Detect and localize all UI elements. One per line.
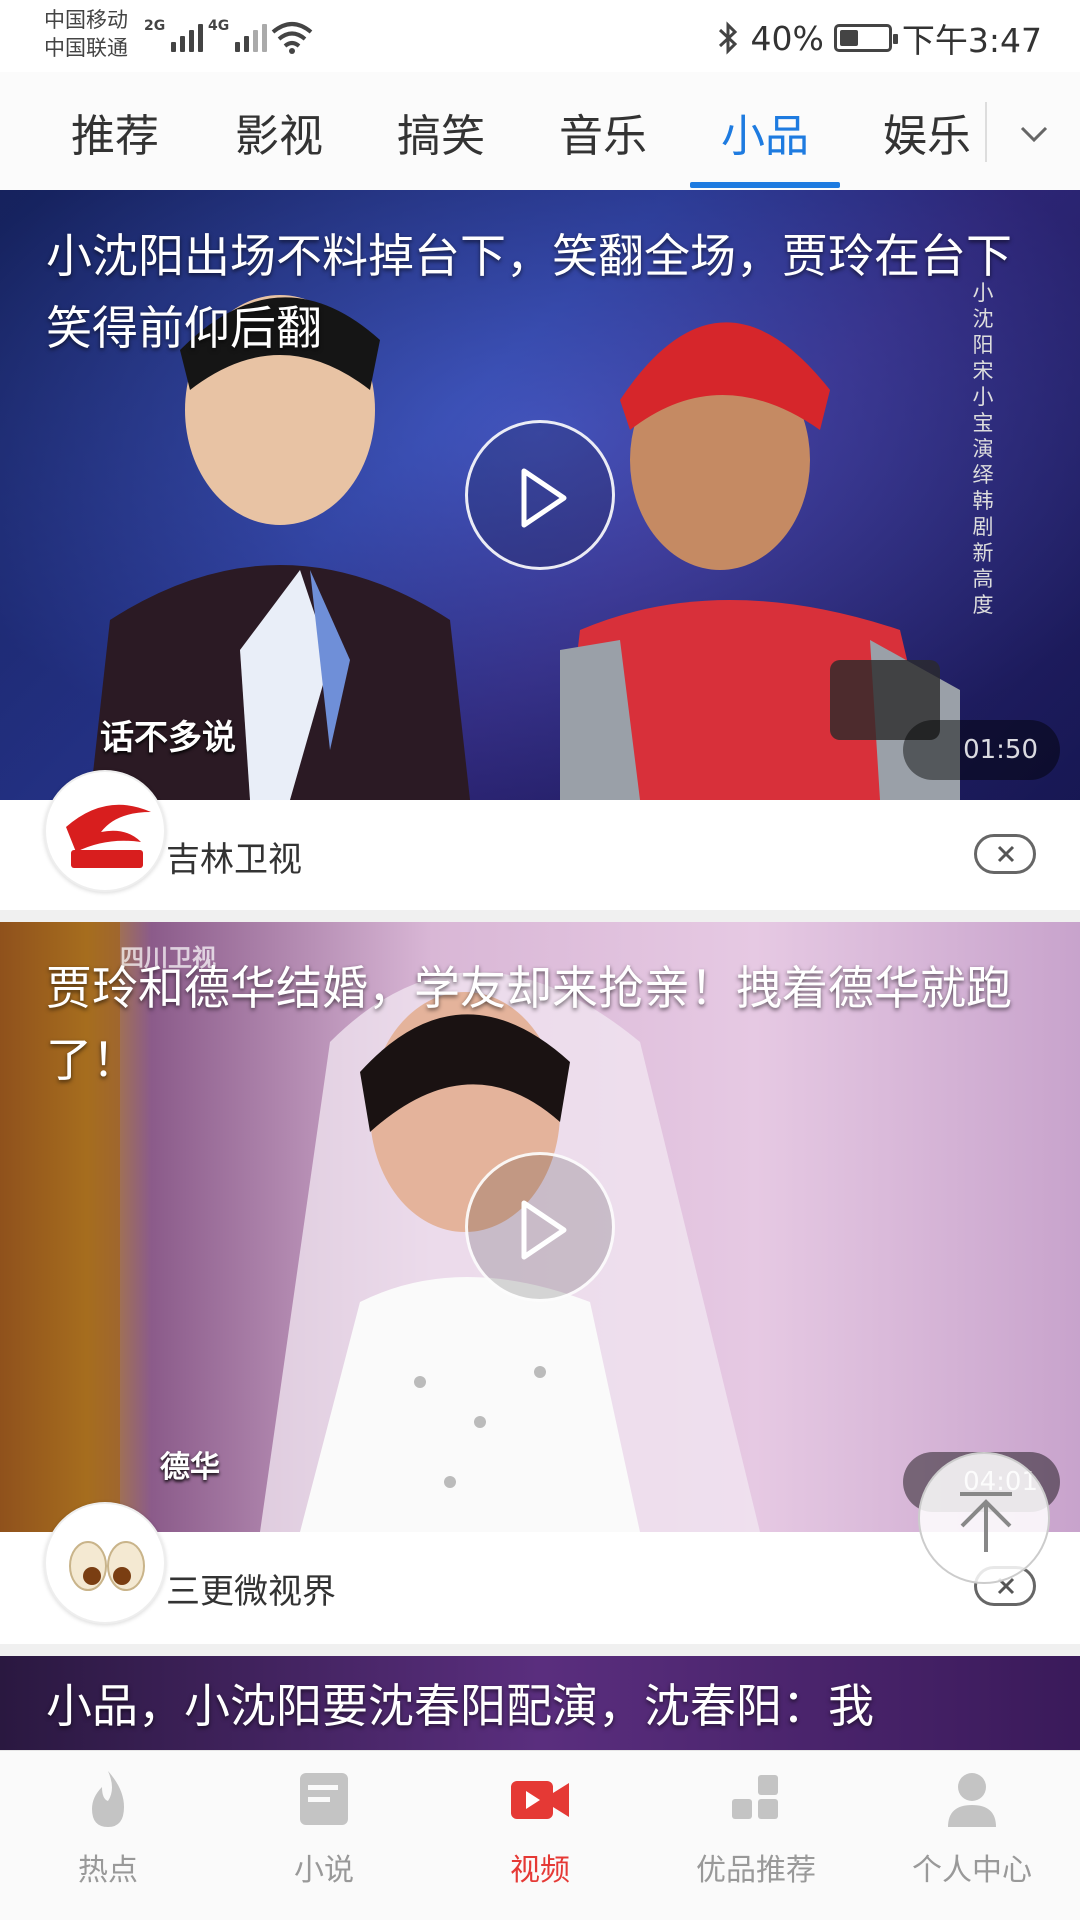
nav-video[interactable]: 视频: [450, 1765, 630, 1915]
play-button[interactable]: [465, 420, 615, 570]
video-thumbnail[interactable]: 小品，小沈阳要沈春阳配演，沈春阳：我: [0, 1656, 1080, 1750]
tab-funny[interactable]: 搞笑: [386, 100, 496, 162]
play-icon: [521, 468, 567, 528]
side-caption: 小沈阳 宋小宝 演绎韩剧新高度: [972, 281, 994, 617]
source-row: 三更微视界: [0, 1502, 1080, 1644]
nav-label: 优品推荐: [696, 1853, 816, 1888]
battery-percent: 40%: [750, 18, 824, 58]
nav-recommend[interactable]: 优品推荐: [666, 1765, 846, 1915]
back-to-top-button[interactable]: [918, 1452, 1050, 1584]
video-card[interactable]: 小沈阳出场不料掉台下，笑翻全场，贾玲在台下笑得前仰后翻 小沈阳 宋小宝 演绎韩剧…: [0, 190, 1080, 918]
carrier-info: 中国移动 中国联通: [44, 6, 128, 62]
video-title: 贾玲和德华结婚，学友却来抢亲！拽着德华就跑了！: [46, 961, 1012, 1087]
person-icon: [948, 1773, 996, 1827]
carrier-1: 中国移动: [44, 8, 128, 32]
tab-film[interactable]: 影视: [224, 100, 334, 162]
battery-icon: [833, 24, 898, 52]
video-duration: 01:50: [903, 720, 1060, 780]
eyes-logo: [69, 1541, 145, 1591]
video-card[interactable]: 小品，小沈阳要沈春阳配演，沈春阳：我: [0, 1656, 1080, 1750]
wifi-icon: [271, 22, 313, 54]
video-subtitle: 德华: [160, 1450, 220, 1485]
video-thumbnail[interactable]: 小沈阳出场不料掉台下，笑翻全场，贾玲在台下笑得前仰后翻 小沈阳 宋小宝 演绎韩剧…: [0, 190, 1080, 800]
signal-icon-2: 4G: [208, 18, 268, 52]
signal-icon-1: 2G: [144, 18, 204, 52]
source-row: 吉林卫视: [0, 770, 1080, 912]
nav-label: 个人中心: [912, 1853, 1032, 1888]
carrier-2: 中国联通: [44, 36, 128, 60]
status-right: 40% 下午3:47: [715, 14, 1042, 62]
source-avatar[interactable]: [44, 770, 166, 892]
source-name[interactable]: 吉林卫视: [166, 832, 302, 881]
tab-recommend[interactable]: 推荐: [60, 100, 170, 162]
tab-entertainment[interactable]: 娱乐: [872, 100, 982, 162]
category-tabs: 推荐 影视 搞笑 音乐 小品 娱乐: [0, 72, 1080, 190]
chevron-down-icon[interactable]: [1010, 110, 1058, 158]
nav-label: 热点: [78, 1853, 138, 1888]
video-title: 小品，小沈阳要沈春阳配演，沈春阳：我: [46, 1679, 874, 1733]
bottom-navigation: 热点 小说 视频 优品推荐 个人中心: [0, 1750, 1080, 1920]
nav-profile[interactable]: 个人中心: [882, 1765, 1062, 1915]
nav-label: 小说: [294, 1853, 354, 1888]
close-icon: [997, 845, 1015, 863]
source-avatar[interactable]: [44, 1502, 166, 1624]
apps-grid-icon: [732, 1775, 778, 1819]
video-card[interactable]: 四川卫视 贾玲和德华结婚，学友却来抢亲！拽着德华就跑了！ 德华 04:01 三更…: [0, 922, 1080, 1652]
flame-icon: [92, 1771, 124, 1827]
play-icon: [521, 1200, 567, 1260]
video-subtitle: 话不多说: [100, 718, 236, 758]
dismiss-button[interactable]: [974, 834, 1036, 874]
jilin-tv-logo: [66, 804, 151, 868]
video-title: 小沈阳出场不料掉台下，笑翻全场，贾玲在台下笑得前仰后翻: [46, 229, 1012, 355]
status-bar: 中国移动 中国联通 2G 4G 40% 下午3:47: [0, 0, 1080, 72]
card-separator: [0, 1644, 1080, 1656]
nav-novel[interactable]: 小说: [234, 1765, 414, 1915]
tab-sketch[interactable]: 小品: [710, 100, 820, 162]
arrow-up-icon: [960, 1492, 1012, 1552]
nav-hot[interactable]: 热点: [18, 1765, 198, 1915]
source-name[interactable]: 三更微视界: [166, 1564, 336, 1613]
status-time: 下午3:47: [901, 21, 1042, 60]
video-camera-icon: [511, 1781, 569, 1819]
nav-label: 视频: [510, 1853, 570, 1888]
play-button[interactable]: [465, 1152, 615, 1302]
notes-icon: [300, 1773, 348, 1825]
active-tab-indicator: [690, 182, 840, 188]
bluetooth-icon: [718, 21, 737, 55]
tab-divider: [985, 102, 987, 162]
tab-music[interactable]: 音乐: [548, 100, 658, 162]
card-separator: [0, 910, 1080, 922]
video-thumbnail[interactable]: 四川卫视 贾玲和德华结婚，学友却来抢亲！拽着德华就跑了！ 德华 04:01: [0, 922, 1080, 1532]
